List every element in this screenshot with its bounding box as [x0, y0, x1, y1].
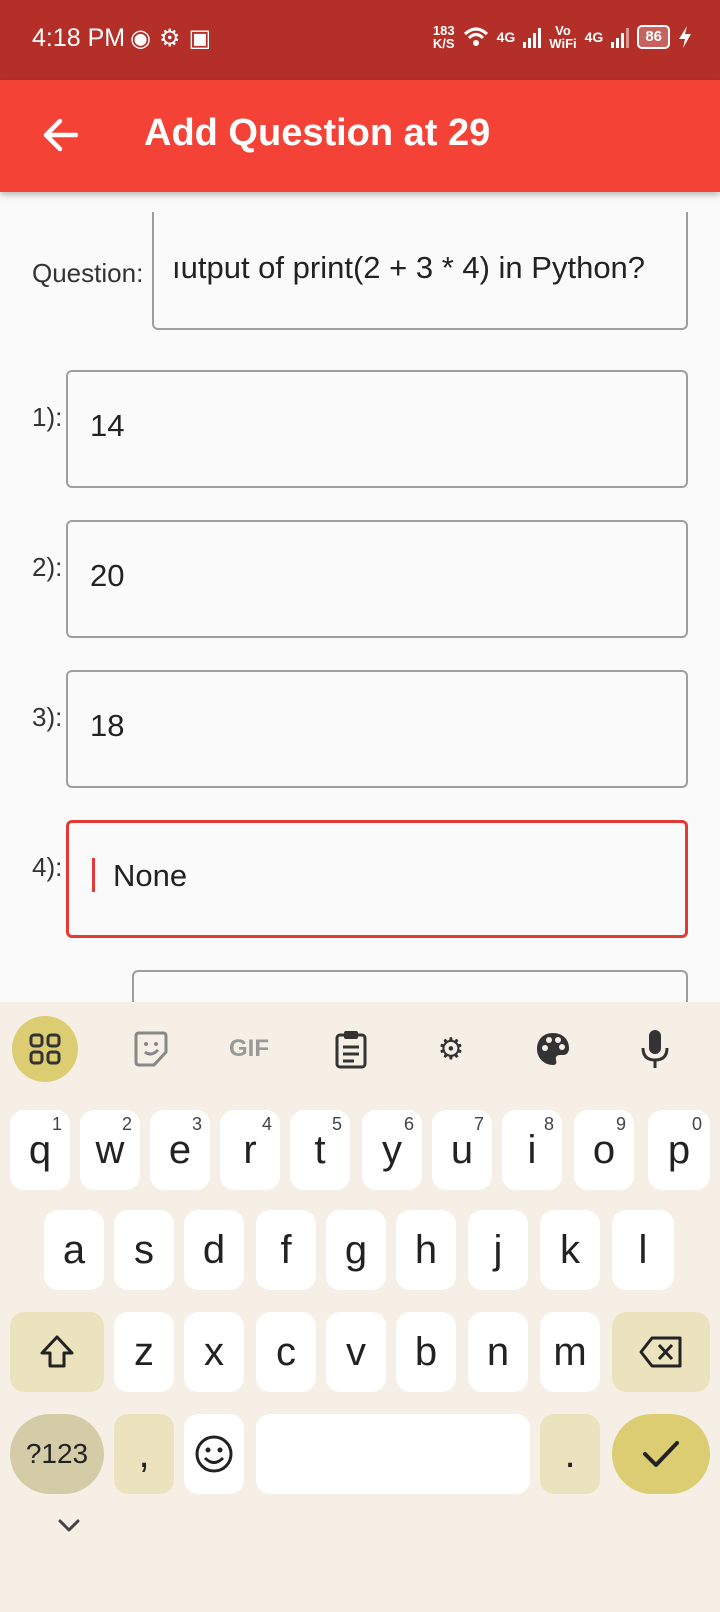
- key-n[interactable]: n: [468, 1312, 528, 1392]
- check-icon: [643, 1441, 679, 1467]
- emoji-key[interactable]: [184, 1414, 244, 1494]
- option-input-3[interactable]: 18: [66, 670, 688, 788]
- apps-icon[interactable]: [12, 1016, 78, 1082]
- signal-icon-2: [611, 26, 630, 48]
- app-notification-icon: ◉: [130, 25, 151, 52]
- keyboard: GIF ⚙ q1 w2 e3 r4 t5 y6 u7 i8 o9 p0 a s …: [0, 1002, 720, 1612]
- key-g[interactable]: g: [326, 1210, 386, 1290]
- key-y[interactable]: y6: [362, 1110, 422, 1190]
- key-k[interactable]: k: [540, 1210, 600, 1290]
- key-e[interactable]: e3: [150, 1110, 210, 1190]
- option-label-2: 2):: [32, 552, 63, 582]
- option-label-4: 4):: [32, 852, 63, 882]
- option-label-3: 3):: [32, 702, 63, 732]
- battery-icon: 86: [637, 25, 670, 49]
- clipboard-icon[interactable]: [318, 1016, 384, 1082]
- key-d[interactable]: d: [184, 1210, 244, 1290]
- app-bar: Add Question at 29: [0, 80, 720, 192]
- key-i[interactable]: i8: [502, 1110, 562, 1190]
- key-w[interactable]: w2: [80, 1110, 140, 1190]
- sticker-icon[interactable]: [118, 1016, 184, 1082]
- key-j[interactable]: j: [468, 1210, 528, 1290]
- key-z[interactable]: z: [114, 1312, 174, 1392]
- option-input-1[interactable]: 14: [66, 370, 688, 488]
- device-notification-icon: ▣: [188, 25, 212, 52]
- shift-key[interactable]: [10, 1312, 104, 1392]
- key-b[interactable]: b: [396, 1312, 456, 1392]
- key-m[interactable]: m: [540, 1312, 600, 1392]
- status-bar: 4:18 PM ◉ ⚙ ▣ 183 K/S 4G Vo WiFi 4G 86: [0, 0, 720, 80]
- option-label-1: 1):: [32, 402, 63, 432]
- key-x[interactable]: x: [184, 1312, 244, 1392]
- key-q[interactable]: q1: [10, 1110, 70, 1190]
- key-s[interactable]: s: [114, 1210, 174, 1290]
- key-a[interactable]: a: [44, 1210, 104, 1290]
- mic-icon[interactable]: [622, 1016, 688, 1082]
- key-l[interactable]: l: [612, 1210, 674, 1290]
- key-c[interactable]: c: [256, 1312, 316, 1392]
- keyboard-toolbar: GIF ⚙: [0, 1002, 720, 1098]
- signal-icon: [523, 26, 542, 48]
- volte-badge: Vo WiFi: [549, 23, 577, 51]
- key-u[interactable]: u7: [432, 1110, 492, 1190]
- key-v[interactable]: v: [326, 1312, 386, 1392]
- emoji-icon: [195, 1435, 233, 1473]
- key-f[interactable]: f: [256, 1210, 316, 1290]
- charging-icon: [679, 26, 691, 48]
- done-key[interactable]: [612, 1414, 710, 1494]
- backspace-key[interactable]: [612, 1312, 710, 1392]
- symbols-key[interactable]: ?123: [10, 1414, 104, 1494]
- text-cursor: [92, 858, 95, 892]
- option-input-4[interactable]: None: [66, 820, 688, 938]
- back-arrow-icon[interactable]: [36, 110, 86, 160]
- shift-icon: [40, 1335, 74, 1368]
- comma-key[interactable]: ,: [114, 1414, 174, 1494]
- key-r[interactable]: r4: [220, 1110, 280, 1190]
- status-time: 4:18 PM: [32, 24, 126, 52]
- period-key[interactable]: .: [540, 1414, 600, 1494]
- chevron-down-icon[interactable]: [54, 1510, 84, 1540]
- question-form: Question: ıutput of print(2 + 3 * 4) in …: [0, 192, 720, 1002]
- gif-button[interactable]: GIF: [216, 1016, 282, 1082]
- wifi-icon: [463, 27, 488, 46]
- settings-notification-icon: ⚙: [158, 25, 181, 52]
- key-o[interactable]: o9: [574, 1110, 634, 1190]
- question-input[interactable]: ıutput of print(2 + 3 * 4) in Python?: [152, 212, 688, 330]
- palette-icon[interactable]: [520, 1016, 586, 1082]
- network-speed: 183 K/S: [432, 23, 455, 51]
- next-input-partial[interactable]: [132, 970, 688, 1002]
- space-key[interactable]: [256, 1414, 530, 1494]
- key-p[interactable]: p0: [648, 1110, 710, 1190]
- settings-icon[interactable]: ⚙: [418, 1016, 484, 1082]
- key-t[interactable]: t5: [290, 1110, 350, 1190]
- key-h[interactable]: h: [396, 1210, 456, 1290]
- backspace-icon: [639, 1336, 682, 1368]
- page-title: Add Question at 29: [144, 112, 491, 154]
- option-input-2[interactable]: 20: [66, 520, 688, 638]
- question-label: Question:: [32, 258, 144, 288]
